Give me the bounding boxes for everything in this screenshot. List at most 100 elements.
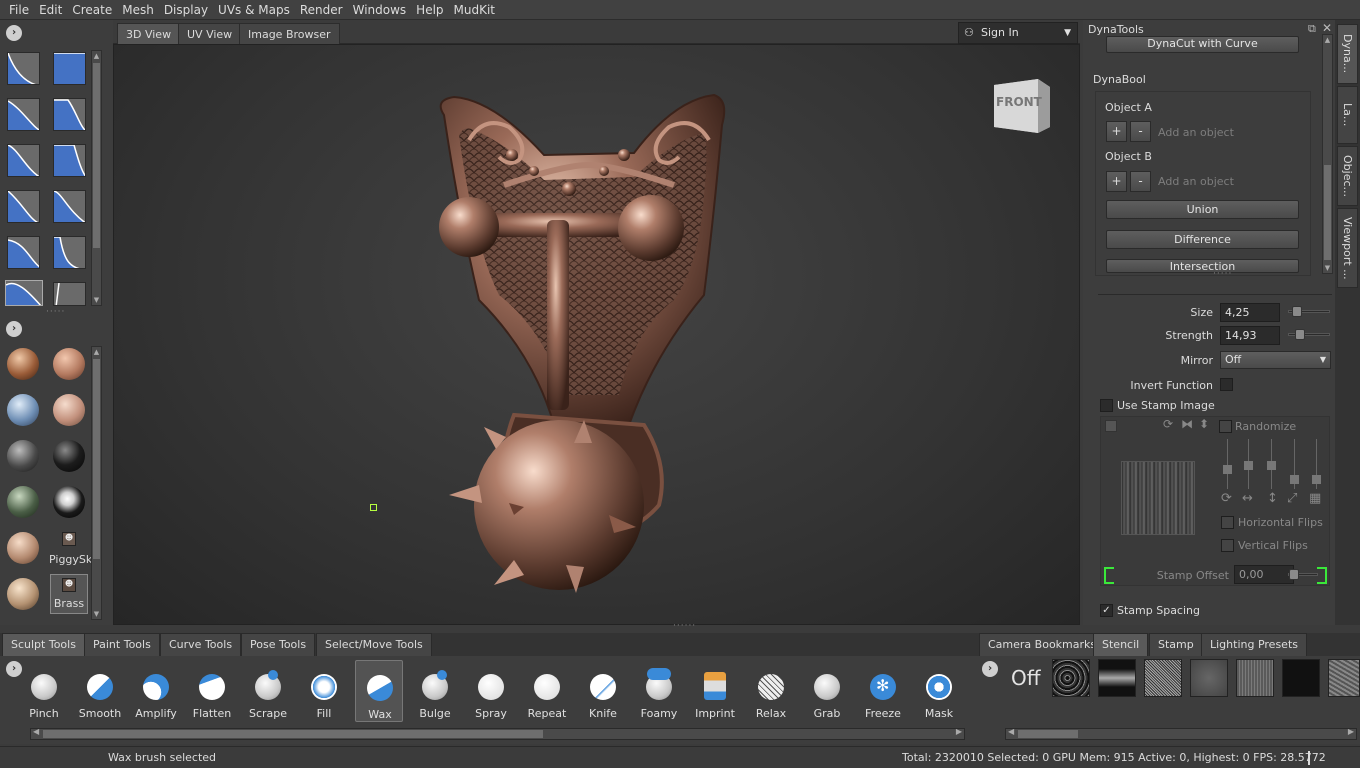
stamp-spacing-checkbox[interactable]: ✓ <box>1100 604 1113 617</box>
material-ball[interactable] <box>7 486 39 518</box>
flip-horizontal-icon[interactable]: ⧓ <box>1181 417 1193 431</box>
stencil-shelf-expand-icon[interactable]: › <box>982 661 998 677</box>
scroll-up-icon[interactable]: ▲ <box>1323 35 1332 45</box>
menu-mudkit[interactable]: MudKit <box>449 0 500 20</box>
menu-file[interactable]: File <box>4 0 34 20</box>
tab-layers[interactable]: La... <box>1337 86 1358 144</box>
tool-smooth[interactable]: Smooth <box>76 660 124 722</box>
stamp-randomize-sliders[interactable] <box>1221 439 1321 491</box>
object-b-add-button[interactable]: + <box>1106 171 1127 192</box>
sign-in-dropdown[interactable]: ⚇ Sign In ▼ <box>958 22 1078 44</box>
material-ball[interactable] <box>7 394 39 426</box>
tool-bulge[interactable]: Bulge <box>411 660 459 722</box>
material-ball[interactable] <box>7 440 39 472</box>
intersection-button[interactable]: Intersection <box>1106 259 1299 273</box>
menu-display[interactable]: Display <box>159 0 213 20</box>
stamp-offset-slider[interactable] <box>1288 569 1318 580</box>
panel-resize-grip[interactable]: ····· <box>1213 269 1232 279</box>
tool-repeat[interactable]: Repeat <box>523 660 571 722</box>
stamp-offset-slider-knob[interactable] <box>1289 569 1299 580</box>
material-selected-brass[interactable]: ☻ Brass <box>50 574 88 614</box>
material-scrollbar[interactable]: ▲ ▼ <box>91 346 102 620</box>
tool-freeze[interactable]: ✻ Freeze <box>859 660 907 722</box>
size-slider[interactable] <box>1288 306 1330 317</box>
scroll-right-icon[interactable]: ▶ <box>956 727 962 736</box>
material-ball[interactable] <box>7 532 39 564</box>
tab-objects[interactable]: Objec... <box>1337 146 1358 206</box>
menu-render[interactable]: Render <box>295 0 348 20</box>
stamp-pin-icon[interactable] <box>1105 420 1117 432</box>
tab-stencil[interactable]: Stencil <box>1093 633 1149 656</box>
stencil-thumb[interactable] <box>1236 659 1274 697</box>
use-stamp-image-checkbox[interactable] <box>1100 399 1113 412</box>
tool-fill[interactable]: Fill <box>300 660 348 722</box>
tray-resize-grip[interactable]: ····· <box>46 307 65 317</box>
union-button[interactable]: Union <box>1106 200 1299 219</box>
dynacut-curve-button[interactable]: DynaCut with Curve <box>1106 36 1299 53</box>
falloff-preset[interactable] <box>53 190 86 223</box>
difference-button[interactable]: Difference <box>1106 230 1299 249</box>
invert-function-checkbox[interactable] <box>1220 378 1233 391</box>
stencil-shelf-scrollbar[interactable]: ◀ ▶ <box>1005 727 1357 740</box>
piggyskin-thumbnail-icon[interactable]: ☻ <box>62 532 76 546</box>
scroll-left-icon[interactable]: ◀ <box>1008 727 1014 736</box>
rotate-icon[interactable]: ⟳ <box>1163 417 1173 431</box>
material-ball[interactable] <box>7 578 39 610</box>
falloff-preset[interactable] <box>7 52 40 85</box>
tool-shelf-scrollbar[interactable]: ◀ ▶ <box>30 727 965 740</box>
material-tray-expand-icon[interactable]: › <box>6 321 22 337</box>
close-icon[interactable]: ✕ <box>1322 21 1332 35</box>
tab-3d-view[interactable]: 3D View <box>117 23 181 44</box>
view-cube[interactable]: FRONT <box>990 75 1054 133</box>
falloff-preset[interactable] <box>53 144 86 177</box>
falloff-preset[interactable] <box>7 190 40 223</box>
falloff-preset[interactable] <box>53 52 86 85</box>
falloff-scrollbar[interactable]: ▲ ▼ <box>91 50 102 306</box>
tool-flatten[interactable]: Flatten <box>188 660 236 722</box>
tab-stamp[interactable]: Stamp <box>1149 633 1203 656</box>
tool-knife[interactable]: Knife <box>579 660 627 722</box>
falloff-preset[interactable] <box>7 144 40 177</box>
menu-edit[interactable]: Edit <box>34 0 67 20</box>
material-ball[interactable] <box>7 348 39 380</box>
scroll-up-icon[interactable]: ▲ <box>92 51 101 61</box>
scroll-down-icon[interactable]: ▼ <box>1323 263 1332 273</box>
scroll-down-icon[interactable]: ▼ <box>92 609 101 619</box>
menu-mesh[interactable]: Mesh <box>117 0 159 20</box>
material-ball[interactable] <box>53 440 85 472</box>
tab-curve-tools[interactable]: Curve Tools <box>160 633 242 656</box>
tool-spray[interactable]: Spray <box>467 660 515 722</box>
tab-dynatools[interactable]: Dyna... <box>1337 24 1358 84</box>
falloff-preset-selected[interactable] <box>5 280 43 306</box>
tool-imprint[interactable]: Imprint <box>691 660 739 722</box>
dynatools-scrollbar[interactable]: ▲ ▼ <box>1322 34 1333 274</box>
size-input[interactable]: 4,25 <box>1220 303 1280 322</box>
menu-uvs-maps[interactable]: UVs & Maps <box>213 0 295 20</box>
stencil-thumb[interactable] <box>1144 659 1182 697</box>
material-ball[interactable] <box>53 348 85 380</box>
strength-slider-knob[interactable] <box>1295 329 1305 340</box>
material-ball[interactable] <box>53 394 85 426</box>
stencil-thumb[interactable] <box>1098 659 1136 697</box>
tool-mask[interactable]: Mask <box>915 660 963 722</box>
tab-paint-tools[interactable]: Paint Tools <box>84 633 160 656</box>
tab-viewport-filters[interactable]: Viewport ... <box>1337 208 1358 288</box>
scroll-right-icon[interactable]: ▶ <box>1348 727 1354 736</box>
object-b-placeholder[interactable]: Add an object <box>1158 175 1234 188</box>
flip-vertical-icon[interactable]: ⬍ <box>1199 417 1209 431</box>
scroll-left-icon[interactable]: ◀ <box>33 727 39 736</box>
tool-grab[interactable]: Grab <box>803 660 851 722</box>
randomize-checkbox[interactable] <box>1219 420 1232 433</box>
tab-image-browser[interactable]: Image Browser <box>239 23 340 44</box>
falloff-preset[interactable] <box>53 282 86 306</box>
falloff-preset[interactable] <box>7 98 40 131</box>
falloff-preset[interactable] <box>53 98 86 131</box>
object-a-remove-button[interactable]: - <box>1130 121 1151 142</box>
strength-slider[interactable] <box>1288 329 1330 340</box>
stencil-thumb[interactable] <box>1190 659 1228 697</box>
falloff-preset[interactable] <box>53 236 86 269</box>
falloff-preset[interactable] <box>7 236 40 269</box>
stencil-thumb[interactable] <box>1328 659 1360 697</box>
tool-scrape[interactable]: Scrape <box>244 660 292 722</box>
object-a-placeholder[interactable]: Add an object <box>1158 126 1234 139</box>
